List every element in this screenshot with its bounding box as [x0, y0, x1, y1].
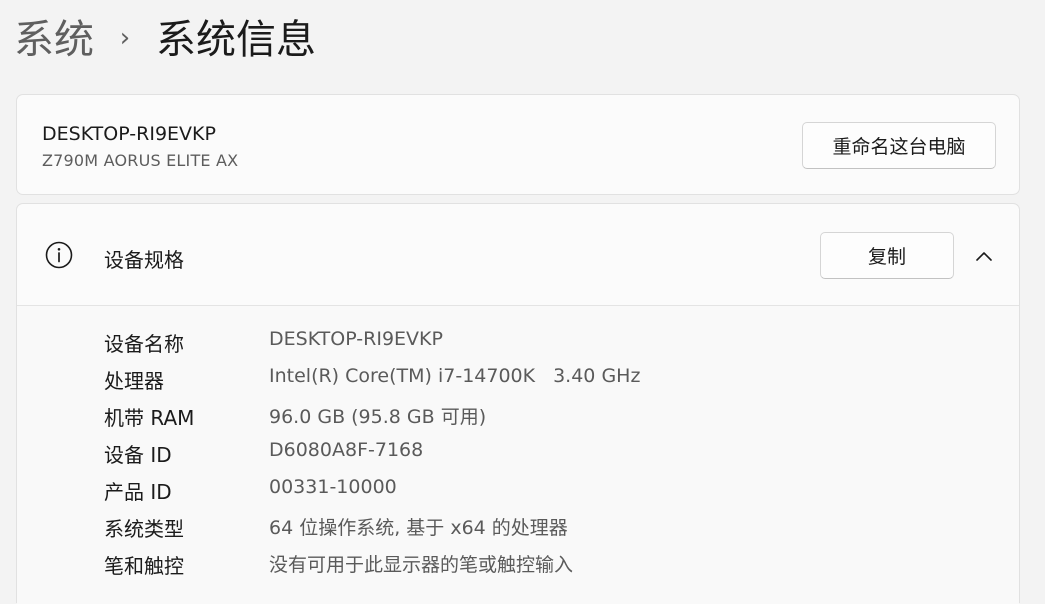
device-specs-card: 设备规格 复制 设备名称 DESKTOP-RI9EVKP 处理器 Intel(R…	[16, 203, 1020, 604]
breadcrumb-separator-icon: ›	[119, 23, 131, 53]
spec-value: D6080A8F-7168	[269, 439, 424, 461]
spec-value: 64 位操作系统, 基于 x64 的处理器	[269, 517, 568, 539]
spec-value: 没有可用于此显示器的笔或触控输入	[269, 554, 574, 576]
breadcrumb-parent-system[interactable]: 系统	[14, 20, 94, 60]
spec-row-system-type: 系统类型 64 位操作系统, 基于 x64 的处理器	[17, 507, 1019, 544]
copy-button[interactable]: 复制	[820, 232, 954, 279]
device-name: DESKTOP-RI9EVKP	[42, 123, 216, 145]
spec-label: 笔和触控	[104, 554, 184, 578]
info-icon	[44, 240, 74, 270]
spec-row-processor: 处理器 Intel(R) Core(TM) i7-14700K 3.40 GHz	[17, 359, 1019, 396]
device-model: Z790M AORUS ELITE AX	[42, 151, 239, 170]
spec-row-pen-touch: 笔和触控 没有可用于此显示器的笔或触控输入	[17, 544, 1019, 581]
spec-label: 处理器	[104, 369, 164, 393]
spec-label: 设备 ID	[104, 443, 172, 467]
collapse-button[interactable]	[967, 240, 1001, 272]
breadcrumb: 系统 › 系统信息	[14, 10, 316, 70]
processor-name: Intel(R) Core(TM) i7-14700K	[269, 365, 536, 387]
device-specs-header[interactable]: 设备规格 复制	[17, 204, 1019, 306]
processor-speed: 3.40 GHz	[553, 365, 641, 387]
spec-label: 系统类型	[104, 517, 184, 541]
spec-label: 设备名称	[104, 332, 184, 356]
page-title: 系统信息	[156, 17, 316, 63]
device-specs-list: 设备名称 DESKTOP-RI9EVKP 处理器 Intel(R) Core(T…	[17, 306, 1019, 604]
spec-label: 机带 RAM	[104, 406, 195, 430]
spec-row-device-name: 设备名称 DESKTOP-RI9EVKP	[17, 322, 1019, 359]
spec-value: 00331-10000	[269, 476, 397, 498]
spec-value-processor: Intel(R) Core(TM) i7-14700K 3.40 GHz	[269, 365, 640, 387]
device-card: DESKTOP-RI9EVKP Z790M AORUS ELITE AX 重命名…	[16, 94, 1020, 195]
device-specs-title: 设备规格	[104, 248, 184, 272]
spec-row-ram: 机带 RAM 96.0 GB (95.8 GB 可用)	[17, 396, 1019, 433]
spec-label: 产品 ID	[104, 480, 172, 504]
spec-row-device-id: 设备 ID D6080A8F-7168	[17, 433, 1019, 470]
rename-pc-button[interactable]: 重命名这台电脑	[802, 122, 996, 169]
spec-value: DESKTOP-RI9EVKP	[269, 328, 443, 350]
spec-value: 96.0 GB (95.8 GB 可用)	[269, 406, 487, 428]
chevron-up-icon	[975, 247, 993, 266]
spec-row-product-id: 产品 ID 00331-10000	[17, 470, 1019, 507]
